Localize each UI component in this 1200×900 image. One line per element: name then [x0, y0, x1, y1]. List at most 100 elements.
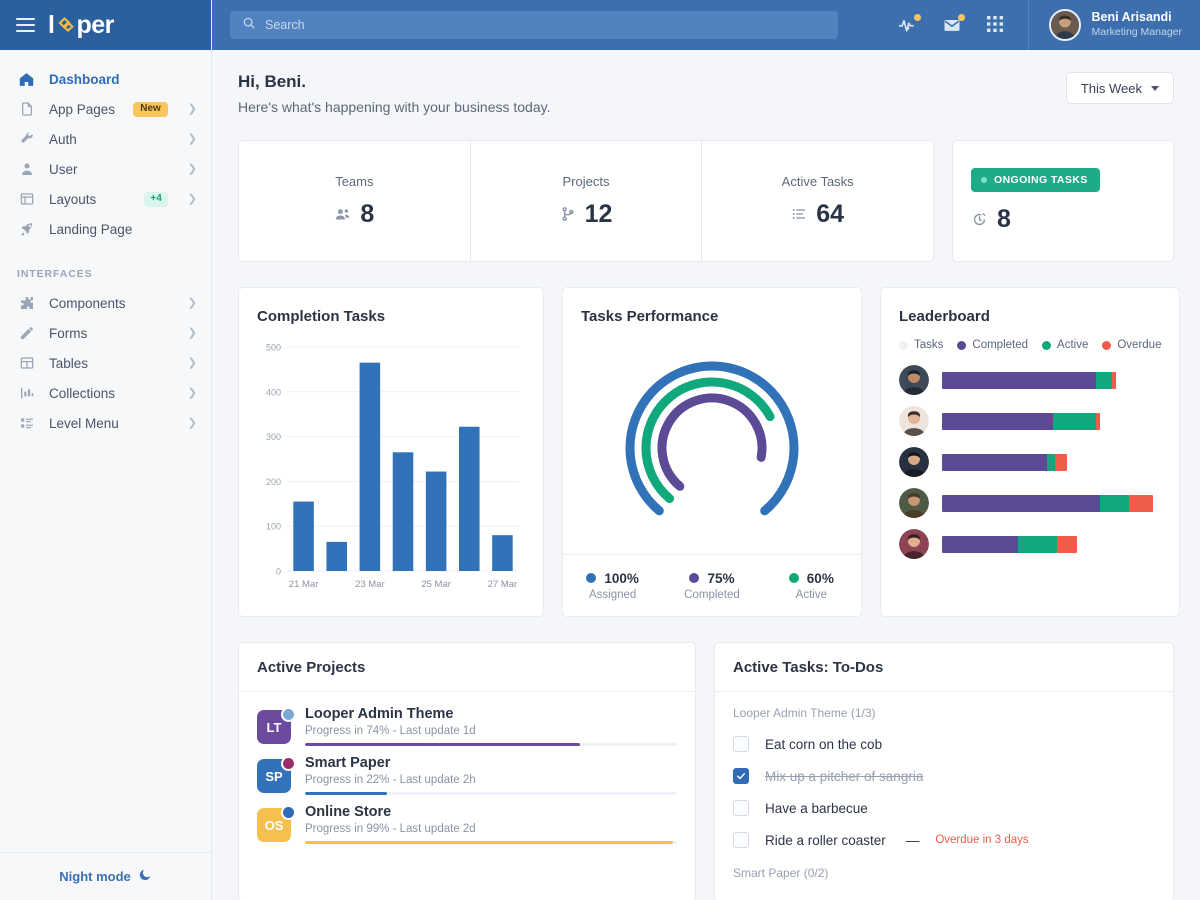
chevron-right-icon: ❯: [188, 194, 197, 205]
overdue-label: Overdue in 3 days: [935, 834, 1028, 846]
progress-track: [305, 792, 677, 795]
todo-checkbox[interactable]: [733, 832, 749, 848]
sidebar-item-dashboard[interactable]: Dashboard: [0, 64, 211, 94]
leaderboard-rows: [899, 365, 1161, 559]
sidebar-item-collections[interactable]: Collections ❯: [0, 378, 211, 408]
bar-segment-completed: [942, 495, 1100, 512]
project-avatar: SP: [257, 759, 291, 793]
svg-text:25 Mar: 25 Mar: [421, 579, 451, 590]
svg-text:100: 100: [266, 522, 281, 532]
active-projects-card: Active Projects LTLooper Admin ThemeProg…: [238, 642, 696, 900]
todo-label: Eat corn on the cob: [765, 737, 882, 752]
list-item[interactable]: OSOnline StoreProgress in 99% - Last upd…: [257, 804, 677, 853]
leaderboard-row[interactable]: [899, 365, 1161, 395]
activity-pulse-icon[interactable]: [898, 15, 918, 35]
panel-title: Active Tasks: To-Dos: [733, 659, 883, 676]
rocket-icon: [281, 756, 296, 771]
mail-envelope-icon[interactable]: [942, 15, 962, 35]
people-icon: [334, 206, 351, 223]
stat-number: 8: [360, 200, 374, 229]
chevron-right-icon: ❯: [188, 164, 197, 175]
greeting-block: Hi, Beni. Here's what's happening with y…: [238, 72, 550, 115]
content-area: Hi, Beni. Here's what's happening with y…: [212, 50, 1200, 900]
list-item[interactable]: SPSmart PaperProgress in 22% - Last upda…: [257, 755, 677, 804]
chevron-right-icon: ❯: [188, 358, 197, 369]
sidebar-item-tables[interactable]: Tables ❯: [0, 348, 211, 378]
todo-checkbox[interactable]: [733, 736, 749, 752]
stat-label: Projects: [563, 174, 610, 189]
notification-dot: [914, 14, 921, 21]
sidebar-item-forms[interactable]: Forms ❯: [0, 318, 211, 348]
avatar: [899, 529, 929, 559]
todo-checkbox[interactable]: [733, 800, 749, 816]
leaderboard-row[interactable]: [899, 529, 1161, 559]
sidebar-item-app-pages[interactable]: App Pages New ❯: [0, 94, 211, 124]
legend-item-assigned: 100% Assigned: [563, 571, 662, 601]
chevron-right-icon: ❯: [188, 298, 197, 309]
legend-item-completed: Completed: [957, 339, 1028, 351]
legend-value: 60%: [807, 571, 834, 586]
leaderboard-row[interactable]: [899, 406, 1161, 436]
stat-teams[interactable]: Teams 8: [239, 141, 471, 261]
legend-top: 100%: [586, 571, 639, 586]
todo-item[interactable]: Have a barbecue: [733, 792, 1155, 824]
status-badge[interactable]: ONGOING TASKS: [971, 168, 1100, 192]
stat-active-tasks[interactable]: Active Tasks 64: [702, 141, 933, 261]
apps-grid-icon[interactable]: [986, 15, 1006, 35]
top-icon-group: [898, 15, 1028, 35]
legend-item-overdue: Overdue: [1102, 339, 1161, 351]
stat-projects[interactable]: Projects 12: [471, 141, 703, 261]
stat-value-wrap: 12: [560, 200, 613, 229]
sidebar-item-layouts[interactable]: Layouts +4 ❯: [0, 184, 211, 214]
search-input[interactable]: Search: [230, 11, 838, 39]
bottom-row: Active Projects LTLooper Admin ThemeProg…: [238, 642, 1174, 900]
leaderboard-bar: [942, 536, 1077, 553]
page-title: Hi, Beni.: [238, 72, 550, 92]
looper-logo[interactable]: l per: [48, 11, 114, 40]
list-item[interactable]: LTLooper Admin ThemeProgress in 74% - La…: [257, 706, 677, 755]
progress-track: [305, 841, 677, 844]
legend-label: Tasks: [914, 339, 943, 351]
legend-item-tasks: Tasks: [899, 339, 943, 351]
chart-title: Completion Tasks: [257, 308, 525, 325]
sidebar-item-auth[interactable]: Auth ❯: [0, 124, 211, 154]
svg-text:21 Mar: 21 Mar: [289, 579, 319, 590]
todo-item[interactable]: Ride a roller coaster — Overdue in 3 day…: [733, 824, 1155, 856]
sidebar-badge-count: +4: [144, 192, 167, 207]
legend-dot: [689, 573, 699, 583]
todo-item[interactable]: Eat corn on the cob: [733, 728, 1155, 760]
svg-text:200: 200: [266, 477, 281, 487]
sidebar-label: Landing Page: [49, 222, 197, 237]
bar-chart: 010020030040050021 Mar23 Mar25 Mar27 Mar: [257, 339, 525, 616]
night-mode-toggle[interactable]: Night mode: [0, 852, 211, 900]
period-filter-button[interactable]: This Week: [1066, 72, 1174, 104]
legend-label: Completed: [972, 339, 1028, 351]
layout-icon: [17, 191, 36, 207]
leaderboard-row[interactable]: [899, 447, 1161, 477]
legend-dot: [586, 573, 596, 583]
chevron-right-icon: ❯: [188, 134, 197, 145]
legend-dot: [899, 341, 908, 350]
status-dot: [981, 177, 987, 183]
sidebar-nav: Dashboard App Pages New ❯ Auth ❯: [0, 50, 211, 900]
project-avatar: LT: [257, 710, 291, 744]
hamburger-menu-icon[interactable]: [16, 18, 35, 32]
project-info: Online StoreProgress in 99% - Last updat…: [305, 804, 677, 844]
avatar: [899, 488, 929, 518]
stats-card: Teams 8 Projects: [238, 140, 934, 262]
panel-title: Active Projects: [257, 659, 365, 676]
file-icon: [17, 101, 36, 117]
sidebar-item-components[interactable]: Components ❯: [0, 288, 211, 318]
sidebar-item-landing-page[interactable]: Landing Page: [0, 214, 211, 244]
projects-list: LTLooper Admin ThemeProgress in 74% - La…: [239, 692, 695, 900]
progress-fill: [305, 841, 673, 844]
todo-item[interactable]: Mix up a pitcher of sangria: [733, 760, 1155, 792]
user-profile-menu[interactable]: Beni Arisandi Marketing Manager: [1028, 0, 1200, 50]
leaderboard-row[interactable]: [899, 488, 1161, 518]
sidebar-item-user[interactable]: User ❯: [0, 154, 211, 184]
page-subtitle: Here's what's happening with your busine…: [238, 99, 550, 115]
todo-checkbox[interactable]: [733, 768, 749, 784]
todo-label: Ride a roller coaster: [765, 833, 886, 848]
sidebar-item-level-menu[interactable]: Level Menu ❯: [0, 408, 211, 438]
legend-item-active: 60% Active: [762, 571, 861, 601]
